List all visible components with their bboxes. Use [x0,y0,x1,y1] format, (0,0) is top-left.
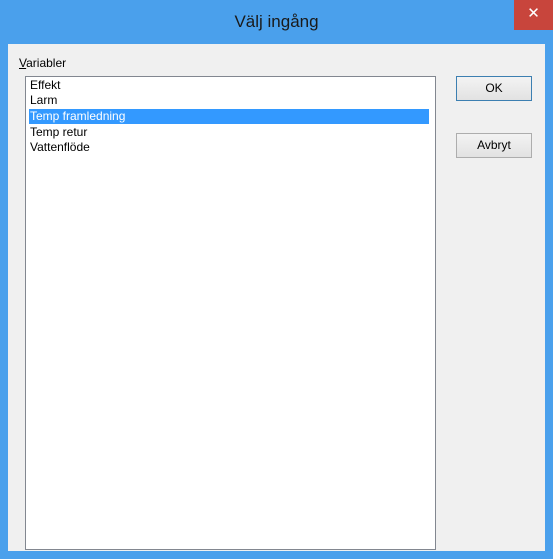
list-item-temp-retur[interactable]: Temp retur [29,125,429,140]
variables-listbox[interactable]: Effekt Larm Temp framledning Temp retur … [25,76,436,550]
cancel-button[interactable]: Avbryt [456,133,532,158]
variables-label-text: ariabler [26,56,67,70]
dialog-window: Välj ingång ✕ Variabler Effekt Larm Temp… [0,0,553,559]
close-button[interactable]: ✕ [514,0,553,30]
list-item-effekt[interactable]: Effekt [29,78,429,93]
dialog-title: Välj ingång [234,12,319,31]
list-item-vattenflode[interactable]: Vattenflöde [29,140,429,155]
title-bar[interactable]: Välj ingång ✕ [0,0,553,44]
list-item-temp-framledning[interactable]: Temp framledning [29,109,429,124]
variables-label: Variabler [19,56,66,70]
list-item-larm[interactable]: Larm [29,93,429,108]
ok-button[interactable]: OK [456,76,532,101]
close-icon: ✕ [527,5,540,22]
